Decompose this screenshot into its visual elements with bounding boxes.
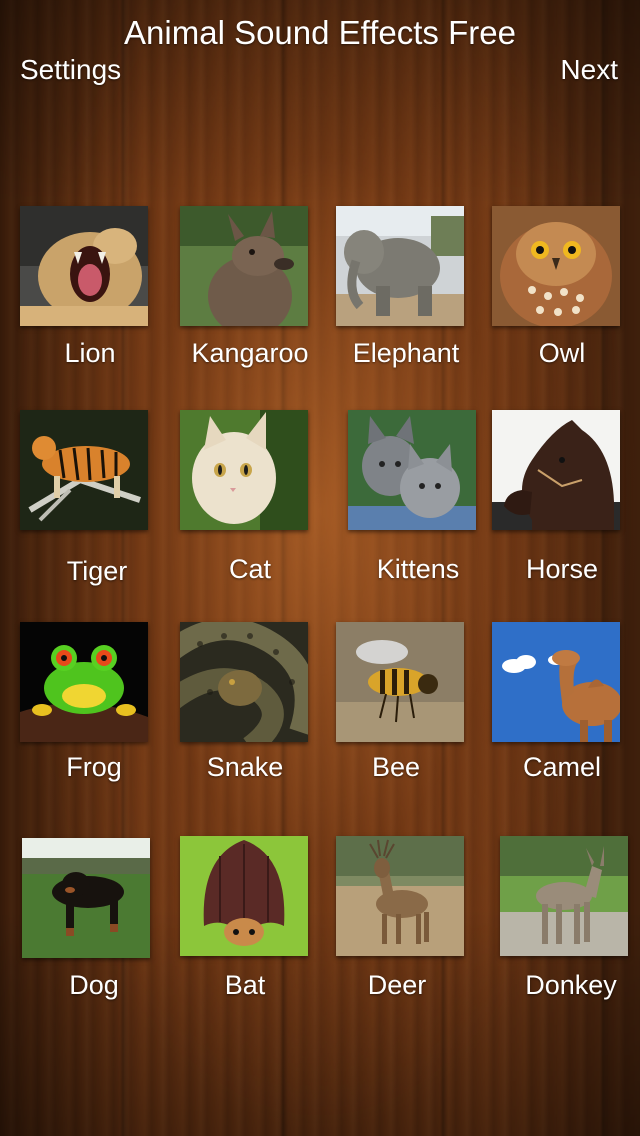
snake-image[interactable]	[180, 622, 308, 742]
animal-label-deer: Deer	[367, 970, 427, 1000]
animal-label-owl: Owl	[538, 338, 586, 368]
frog-image[interactable]	[20, 622, 148, 742]
animal-label-camel: Camel	[522, 752, 602, 782]
camel-image[interactable]	[492, 622, 620, 742]
horse-image[interactable]	[492, 410, 620, 530]
bat-image[interactable]	[180, 836, 308, 956]
bee-image[interactable]	[336, 622, 464, 742]
deer-image[interactable]	[336, 836, 464, 956]
animal-label-horse: Horse	[525, 554, 599, 584]
kittens-image[interactable]	[348, 410, 476, 530]
elephant-image[interactable]	[336, 206, 464, 326]
kangaroo-image[interactable]	[180, 206, 308, 326]
animal-label-donkey: Donkey	[525, 970, 617, 1000]
lion-image[interactable]	[20, 206, 148, 326]
dog-image[interactable]	[22, 838, 150, 958]
animal-label-lion: Lion	[64, 338, 116, 368]
tiger-image[interactable]	[20, 410, 148, 530]
next-button[interactable]: Next	[560, 54, 618, 86]
app-title: Animal Sound Effects Free	[124, 14, 516, 51]
settings-button[interactable]: Settings	[20, 54, 121, 86]
donkey-image[interactable]	[500, 836, 628, 956]
animal-label-bee: Bee	[371, 752, 421, 782]
cat-image[interactable]	[180, 410, 308, 530]
owl-image[interactable]	[492, 206, 620, 326]
animal-label-cat: Cat	[228, 554, 272, 584]
animal-label-elephant: Elephant	[352, 338, 460, 368]
animal-label-kangaroo: Kangaroo	[191, 338, 309, 368]
